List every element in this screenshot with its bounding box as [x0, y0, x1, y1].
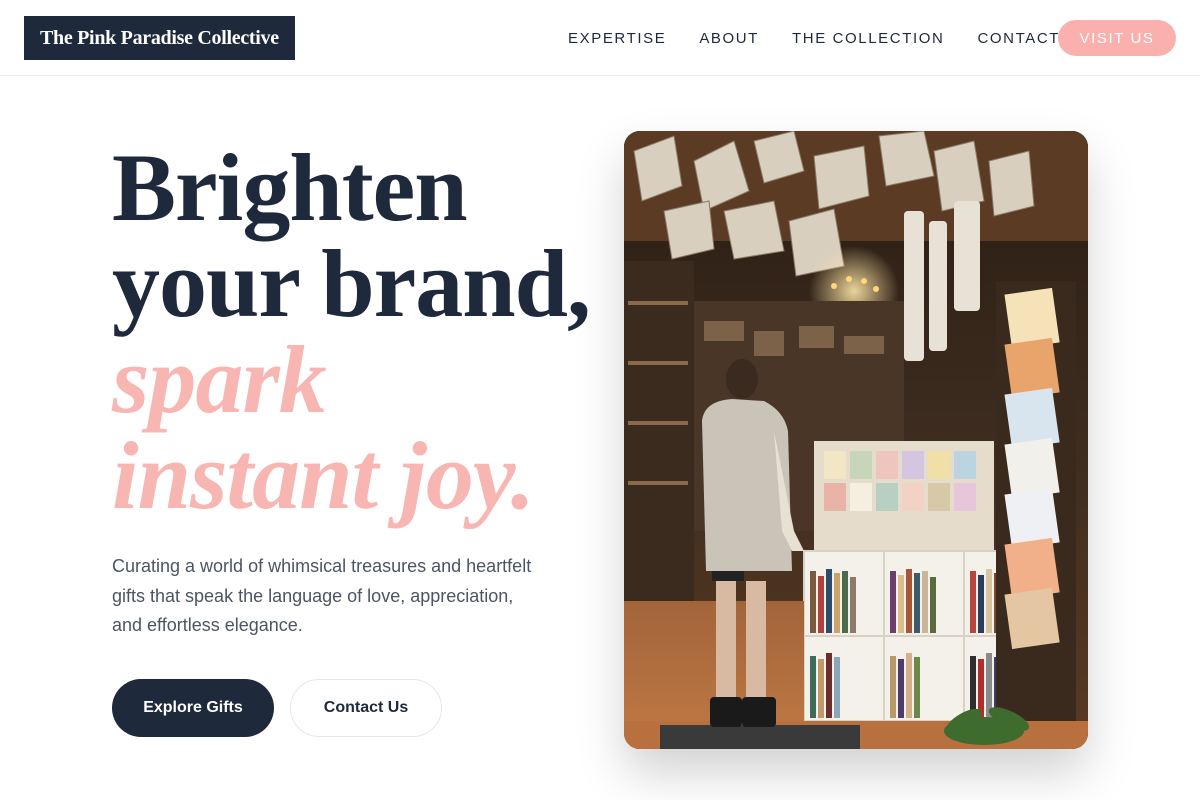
contact-us-button[interactable]: Contact Us: [290, 679, 442, 737]
site-header: The Pink Paradise Collective EXPERTISE A…: [0, 0, 1200, 76]
hero-headline: Brighten your brand, spark instant joy.: [112, 134, 591, 529]
hero-image: [624, 131, 1088, 749]
visit-us-button[interactable]: VISIT US: [1058, 20, 1176, 56]
nav-link-expertise[interactable]: EXPERTISE: [568, 30, 666, 47]
explore-gifts-button[interactable]: Explore Gifts: [112, 679, 274, 737]
hero-subcopy: Curating a world of whimsical treasures …: [112, 556, 532, 635]
headline-accent-line-1: spark: [112, 326, 327, 433]
headline-accent-line-2: instant joy.: [112, 422, 535, 529]
nav-link-contact[interactable]: CONTACT: [977, 30, 1060, 47]
brand-logo[interactable]: The Pink Paradise Collective: [24, 16, 295, 60]
main-nav: EXPERTISE ABOUT THE COLLECTION CONTACT: [568, 0, 1093, 76]
nav-link-collection[interactable]: THE COLLECTION: [792, 30, 944, 47]
nav-link-about[interactable]: ABOUT: [699, 30, 759, 47]
headline-line-1: Brighten: [112, 134, 468, 241]
headline-line-2: your brand,: [112, 230, 591, 337]
